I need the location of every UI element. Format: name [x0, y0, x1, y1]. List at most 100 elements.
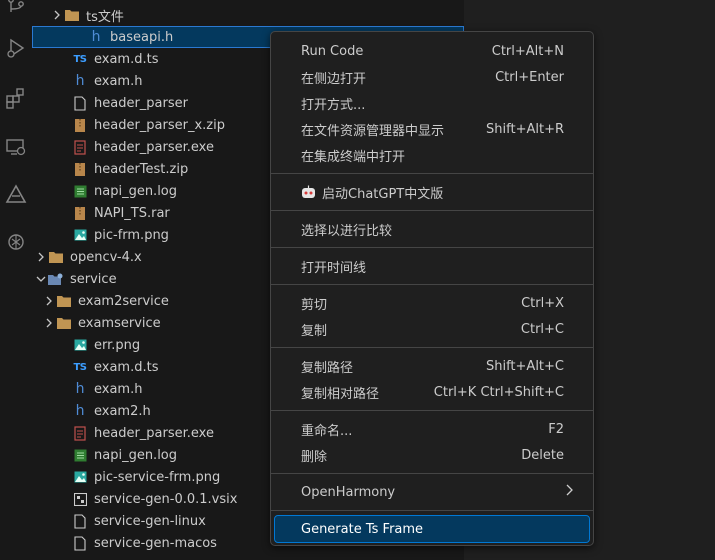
menu-item-label: 复制相对路径 [301, 386, 380, 402]
menu-item-shortcut: Delete [521, 447, 564, 463]
tree-item-label: exam.h [94, 381, 143, 397]
menu-item-label: Run Code [301, 43, 364, 59]
menu-item-shortcut: Ctrl+Alt+N [491, 43, 564, 59]
tree-item-label: napi_gen.log [94, 447, 178, 463]
tree-item-label: service-gen-linux [94, 513, 206, 529]
typescript-icon: TS [73, 361, 87, 373]
menu-item-shortcut: Ctrl+K Ctrl+Shift+C [433, 384, 564, 400]
menu-item[interactable]: 删除 Delete [275, 442, 589, 468]
chevron-down-icon[interactable] [34, 268, 48, 290]
chatgpt-icon[interactable] [0, 228, 32, 256]
menu-item-label: 复制路径 [301, 360, 354, 376]
menu-item[interactable]: Run Code Ctrl+Alt+N [275, 38, 589, 64]
submenu-chevron-icon [566, 484, 574, 500]
c-header-icon: h [91, 29, 101, 45]
chevron-right-icon[interactable] [42, 290, 56, 312]
tree-item-label: service [70, 271, 117, 287]
menu-item-shortcut: F2 [548, 421, 564, 437]
tree-item-label: header_parser_x.zip [94, 117, 225, 133]
menu-item[interactable]: 打开时间线 [275, 253, 589, 279]
tree-item-label: service-gen-0.0.1.vsix [94, 491, 238, 507]
menu-separator [271, 510, 593, 511]
menu-separator [271, 410, 593, 411]
menu-item[interactable]: Generate Ts Frame [274, 515, 590, 543]
log-icon [72, 183, 88, 199]
chevron-right-icon[interactable] [42, 312, 56, 334]
tree-item-label: exam.h [94, 73, 143, 89]
tree-item-label: exam.d.ts [94, 359, 159, 375]
testing-icon[interactable] [0, 180, 32, 208]
zip-icon [72, 161, 88, 177]
menu-item[interactable]: 在集成终端中打开 [275, 142, 589, 168]
run-debug-icon[interactable] [0, 34, 32, 62]
folder-icon [48, 249, 64, 265]
image-icon [72, 469, 88, 485]
tree-item-label: pic-frm.png [94, 227, 169, 243]
menu-item[interactable]: 打开方式... [275, 90, 589, 116]
typescript-icon: TS [73, 53, 87, 65]
extensions-icon[interactable] [0, 84, 32, 112]
tree-item-label: pic-service-frm.png [94, 469, 221, 485]
menu-item[interactable]: 启动ChatGPT中文版 [275, 179, 589, 205]
tree-item-label: NAPI_TS.rar [94, 205, 170, 221]
service-folder-icon [48, 271, 64, 287]
c-header-icon: h [75, 73, 85, 89]
file-icon [72, 535, 88, 551]
menu-item-shortcut: Ctrl+C [520, 321, 564, 337]
image-icon [72, 227, 88, 243]
menu-item[interactable]: 剪切 Ctrl+X [275, 290, 589, 316]
folder-icon [64, 7, 80, 23]
chevron-right-icon[interactable] [34, 246, 48, 268]
tree-item-label: exam2.h [94, 403, 151, 419]
folder-icon [56, 293, 72, 309]
exe-icon [72, 139, 88, 155]
chevron-right-icon[interactable] [50, 4, 64, 26]
menu-item-label: 打开方式... [301, 97, 366, 113]
zip-icon [72, 205, 88, 221]
menu-item[interactable]: 在文件资源管理器中显示 Shift+Alt+R [275, 116, 589, 142]
menu-separator [271, 347, 593, 348]
menu-item-label: 复制 [301, 323, 328, 339]
menu-item-shortcut: Ctrl+X [521, 295, 564, 311]
image-icon [72, 337, 88, 353]
menu-item-label: 打开时间线 [301, 260, 367, 276]
menu-item-shortcut: Shift+Alt+C [485, 358, 564, 374]
menu-separator [271, 210, 593, 211]
log-icon [72, 447, 88, 463]
zip-icon [72, 117, 88, 133]
file-icon [72, 513, 88, 529]
menu-item-label: 在文件资源管理器中显示 [301, 123, 445, 139]
tree-item-label: service-gen-macos [94, 535, 217, 551]
tree-item-label: examservice [78, 315, 161, 331]
menu-item[interactable]: 重命名... F2 [275, 416, 589, 442]
tree-item-label: header_parser.exe [94, 425, 214, 441]
menu-item-label: 选择以进行比较 [301, 223, 393, 239]
source-control-icon[interactable] [0, 0, 32, 20]
tree-item-label: exam.d.ts [94, 51, 159, 67]
menu-item-label: 剪切 [301, 297, 328, 313]
menu-item-label: OpenHarmony [301, 484, 396, 500]
menu-item[interactable]: 复制路径 Shift+Alt+C [275, 353, 589, 379]
menu-separator [271, 473, 593, 474]
menu-item[interactable]: OpenHarmony [275, 479, 589, 505]
menu-item[interactable]: 在侧边打开 Ctrl+Enter [275, 64, 589, 90]
tree-item-label: opencv-4.x [70, 249, 142, 265]
tree-item-label: err.png [94, 337, 141, 353]
tree-item-label: headerTest.zip [94, 161, 189, 177]
remote-explorer-icon[interactable] [0, 133, 32, 161]
tree-folder-item[interactable]: ts文件 [32, 4, 464, 26]
menu-separator [271, 173, 593, 174]
tree-item-label: header_parser [94, 95, 188, 111]
tree-item-label: baseapi.h [110, 29, 174, 45]
menu-item[interactable]: 复制 Ctrl+C [275, 316, 589, 342]
vsix-icon [72, 491, 88, 507]
menu-item-label: 重命名... [301, 423, 353, 439]
menu-item-label: 删除 [301, 449, 328, 465]
menu-item[interactable]: 选择以进行比较 [275, 216, 589, 242]
menu-item[interactable]: 复制相对路径 Ctrl+K Ctrl+Shift+C [275, 379, 589, 405]
menu-item-shortcut: Shift+Alt+R [486, 121, 564, 137]
menu-item-label: 启动ChatGPT中文版 [322, 186, 444, 202]
file-icon [72, 95, 88, 111]
menu-separator [271, 247, 593, 248]
folder-icon [56, 315, 72, 331]
